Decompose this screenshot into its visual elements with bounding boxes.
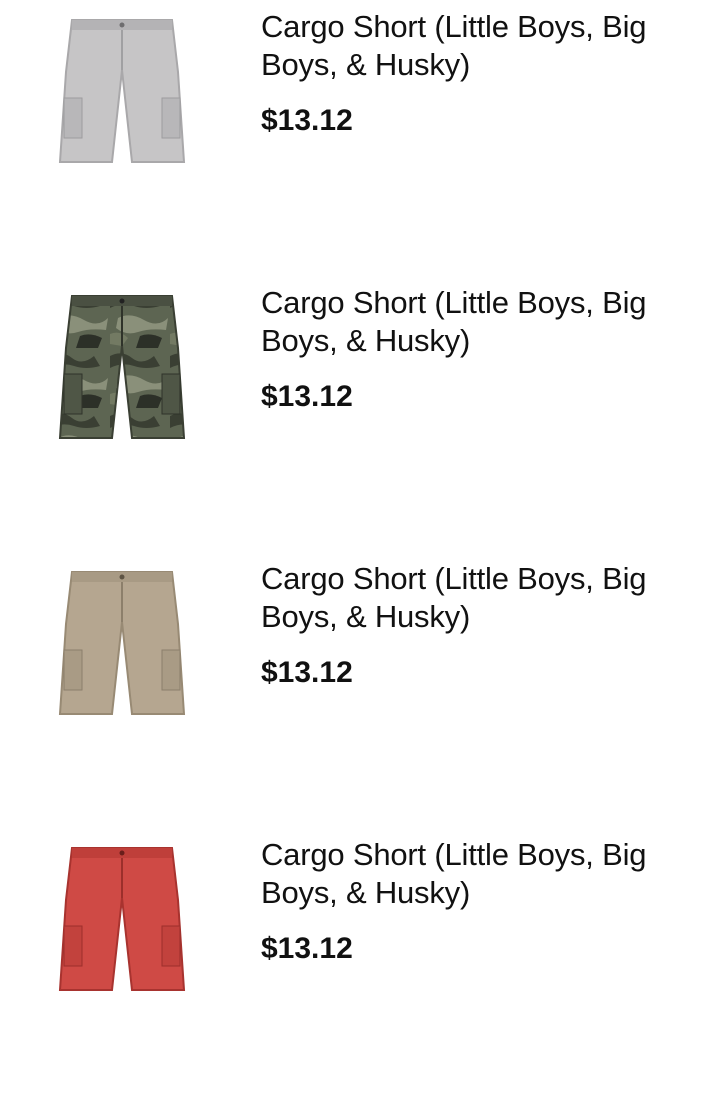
product-title[interactable]: Cargo Short (Little Boys, Big Boys, & Hu… <box>261 284 701 360</box>
product-card[interactable]: Cargo Short (Little Boys, Big Boys, & Hu… <box>0 276 720 552</box>
product-card[interactable]: Cargo Short (Little Boys, Big Boys, & Hu… <box>0 552 720 828</box>
shorts-icon <box>58 847 186 991</box>
product-price: $13.12 <box>261 380 353 413</box>
shorts-icon <box>58 571 186 715</box>
product-image-gray-shorts[interactable] <box>50 12 195 172</box>
product-price: $13.12 <box>261 104 353 137</box>
product-price: $13.12 <box>261 656 353 689</box>
product-price: $13.12 <box>261 932 353 965</box>
product-list: Cargo Short (Little Boys, Big Boys, & Hu… <box>0 0 720 1012</box>
shorts-icon <box>58 19 186 163</box>
shorts-icon <box>58 295 186 439</box>
product-image-khaki-shorts[interactable] <box>50 564 195 724</box>
product-card[interactable]: Cargo Short (Little Boys, Big Boys, & Hu… <box>0 828 720 1104</box>
product-card[interactable]: Cargo Short (Little Boys, Big Boys, & Hu… <box>0 0 720 276</box>
product-image-camo-shorts[interactable] <box>50 288 195 448</box>
product-title[interactable]: Cargo Short (Little Boys, Big Boys, & Hu… <box>261 8 701 84</box>
product-image-red-shorts[interactable] <box>50 840 195 1000</box>
product-title[interactable]: Cargo Short (Little Boys, Big Boys, & Hu… <box>261 836 701 912</box>
product-title[interactable]: Cargo Short (Little Boys, Big Boys, & Hu… <box>261 560 701 636</box>
